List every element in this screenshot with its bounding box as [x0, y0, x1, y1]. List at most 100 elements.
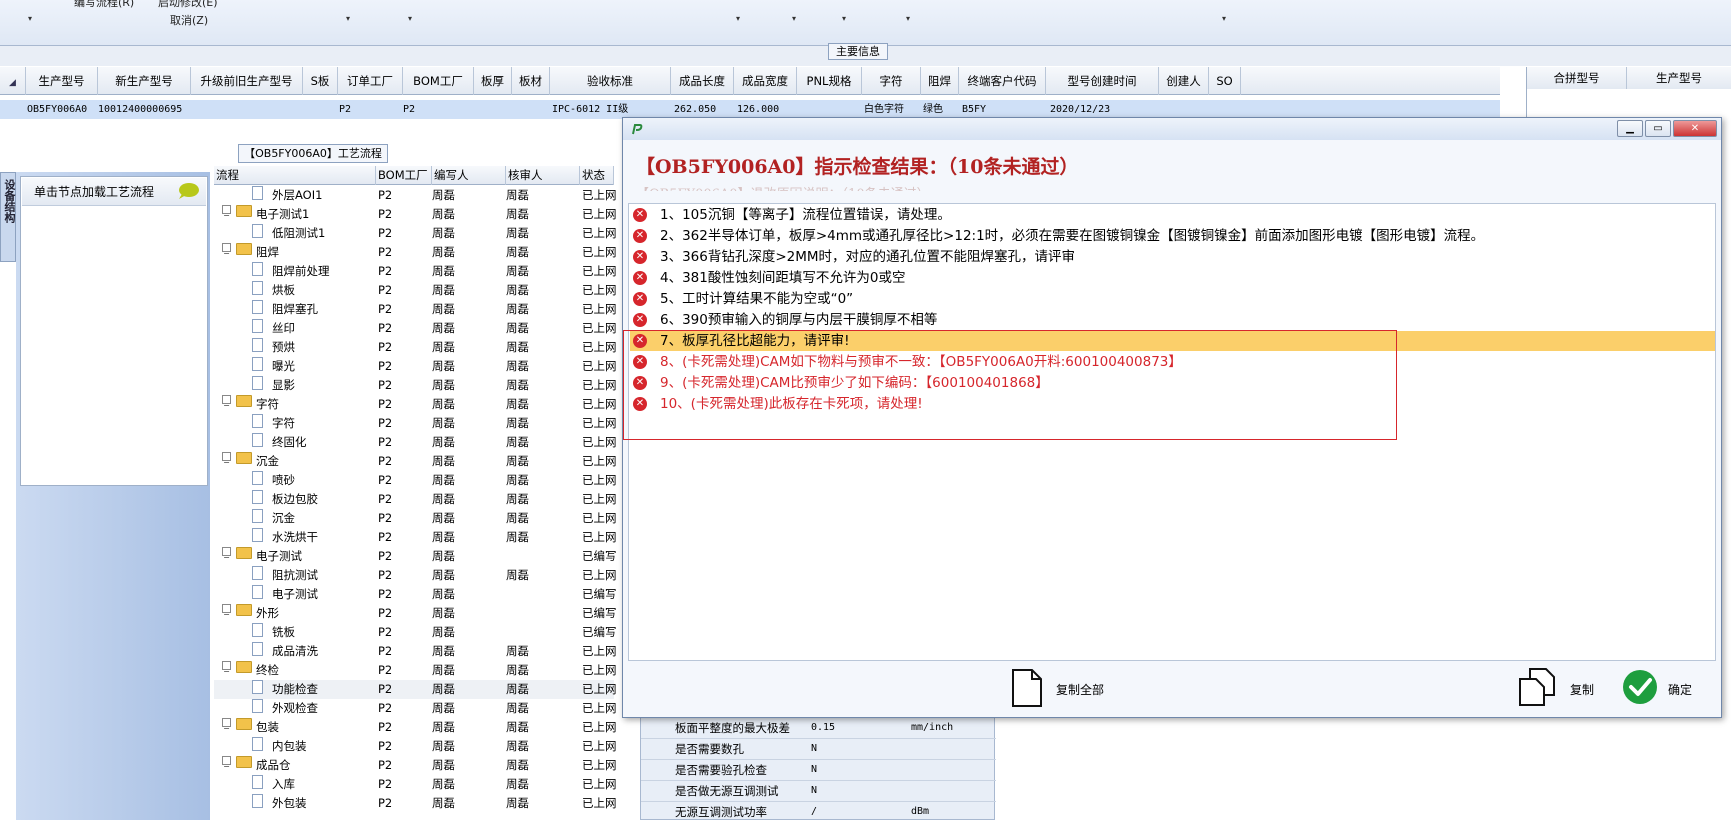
chevron-down-icon[interactable]: ▾ [736, 14, 740, 23]
tree-row[interactable]: 曝光 P2 周磊 周磊 已上网 [214, 357, 617, 376]
tree-row[interactable]: 内包装 P2 周磊 周磊 已上网 [214, 737, 617, 756]
ok-button[interactable]: 确定 [1668, 681, 1692, 698]
load-flow-box[interactable] [20, 176, 208, 486]
col-header[interactable]: 流程 [214, 166, 376, 185]
tree-row[interactable]: − 电子测试 P2 周磊 已编写 [214, 547, 617, 566]
tree-row[interactable]: − 包装 P2 周磊 周磊 已上网 [214, 718, 617, 737]
tree-row[interactable]: 阻焊塞孔 P2 周磊 周磊 已上网 [214, 300, 617, 319]
vertical-tab[interactable]: 设备结构 [0, 172, 16, 262]
col-header[interactable]: PNL规格 [797, 67, 862, 95]
dialog-titlebar[interactable] [623, 118, 1721, 140]
tree-row[interactable]: 成品清洗 P2 周磊 周磊 已上网 [214, 642, 617, 661]
main-info-label[interactable]: 主要信息 [828, 43, 888, 60]
message-item[interactable]: ✕ 6、390预审输入的铜厚与内层干膜铜厚不相等 [630, 310, 1715, 330]
menu-start-modify[interactable]: 启动修改(E) [158, 0, 218, 10]
col-header[interactable]: BOM工厂 [376, 166, 432, 185]
tree-row[interactable]: 丝印 P2 周磊 周磊 已上网 [214, 319, 617, 338]
col-header[interactable]: 终端客户代码 [959, 67, 1046, 95]
tree-row[interactable]: 板边包胶 P2 周磊 周磊 已上网 [214, 490, 617, 509]
tree-row[interactable]: 水洗烘干 P2 周磊 周磊 已上网 [214, 528, 617, 547]
message-item[interactable]: ✕ 5、工时计算结果不能为空或“0” [630, 289, 1715, 309]
tree-row[interactable]: 沉金 P2 周磊 周磊 已上网 [214, 509, 617, 528]
tree-row[interactable]: 低阻测试1 P2 周磊 周磊 已上网 [214, 224, 617, 243]
col-header[interactable]: 成品长度 [671, 67, 734, 95]
process-flow-title[interactable]: 【OB5FY006A0】工艺流程 [238, 144, 388, 163]
tree-row[interactable]: 字符 P2 周磊 周磊 已上网 [214, 414, 617, 433]
param-row[interactable]: 是否需要验孔检查 N [641, 759, 996, 781]
tree-row[interactable]: 外层AOI1 P2 周磊 周磊 已上网 [214, 186, 617, 205]
copy-all-button[interactable]: 复制全部 [1056, 681, 1104, 698]
param-row[interactable]: 板面平整度的最大极差 0.15 mm/inch [641, 717, 996, 739]
col-header[interactable]: 订单工厂 [338, 67, 403, 95]
col-header[interactable]: 字符 [862, 67, 921, 95]
minimize-button[interactable]: ▁ [1617, 120, 1643, 137]
chevron-down-icon[interactable]: ▾ [906, 14, 910, 23]
col-header[interactable]: 状态 [580, 166, 614, 185]
document-icon[interactable] [1010, 668, 1044, 708]
tree-row[interactable]: 阻抗测试 P2 周磊 周磊 已上网 [214, 566, 617, 585]
col-header[interactable]: 板厚 [474, 67, 512, 95]
tree-row[interactable]: 功能检查 P2 周磊 周磊 已上网 [214, 680, 617, 699]
col-header[interactable]: 合拼型号 [1527, 67, 1627, 89]
tree-row[interactable]: 预烘 P2 周磊 周磊 已上网 [214, 338, 617, 357]
col-header[interactable]: 板材 [512, 67, 550, 95]
col-header[interactable]: 阻焊 [921, 67, 959, 95]
tree-row[interactable]: 喷砂 P2 周磊 周磊 已上网 [214, 471, 617, 490]
collapse-toggle-icon[interactable]: − [222, 547, 231, 562]
copy-button[interactable]: 复制 [1570, 681, 1594, 698]
tree-row[interactable]: 铣板 P2 周磊 已编写 [214, 623, 617, 642]
collapse-toggle-icon[interactable]: − [222, 452, 231, 467]
chevron-down-icon[interactable]: ▾ [28, 14, 32, 23]
collapse-toggle-icon[interactable]: − [222, 604, 231, 619]
chevron-down-icon[interactable]: ▾ [842, 14, 846, 23]
copy-icon[interactable] [1516, 667, 1558, 707]
tree-row[interactable]: − 成品仓 P2 周磊 周磊 已上网 [214, 756, 617, 775]
check-icon[interactable] [1622, 669, 1658, 705]
tree-row[interactable]: 外观检查 P2 周磊 周磊 已上网 [214, 699, 617, 718]
param-row[interactable]: 是否做无源互调测试 N [641, 780, 996, 802]
tree-row[interactable]: − 电子测试1 P2 周磊 周磊 已上网 [214, 205, 617, 224]
maximize-button[interactable]: ▭ [1645, 120, 1671, 137]
param-row[interactable]: 无源互调测试功率 / dBm [641, 801, 996, 820]
collapse-toggle-icon[interactable]: − [222, 395, 231, 410]
col-header[interactable]: 生产型号 [1627, 67, 1731, 89]
col-header[interactable]: 创建人 [1159, 67, 1209, 95]
col-header[interactable]: 成品宽度 [734, 67, 797, 95]
col-header[interactable]: 新生产型号 [98, 67, 191, 95]
param-row[interactable]: 是否需要数孔 N [641, 738, 996, 760]
col-header[interactable]: S板 [303, 67, 338, 95]
speech-bubble-icon[interactable] [176, 182, 200, 200]
collapse-toggle-icon[interactable]: − [222, 243, 231, 258]
tree-row[interactable]: 外包装 P2 周磊 周磊 已上网 [214, 794, 617, 813]
col-header[interactable]: BOM工厂 [403, 67, 474, 95]
tree-row[interactable]: 阻焊前处理 P2 周磊 周磊 已上网 [214, 262, 617, 281]
collapse-toggle-icon[interactable]: − [222, 718, 231, 733]
col-header[interactable]: 生产型号 [26, 67, 98, 95]
message-item[interactable]: ✕ 2、362半导体订单，板厚>4mm或通孔厚径比>12:1时，必须在需要在图镀铜… [630, 226, 1715, 246]
collapse-toggle-icon[interactable]: − [222, 205, 231, 220]
collapse-toggle-icon[interactable]: − [222, 661, 231, 676]
col-header[interactable]: 编写人 [432, 166, 506, 185]
collapse-toggle-icon[interactable]: − [222, 756, 231, 771]
menu-edit-flow[interactable]: 编写流程(R) [74, 0, 134, 10]
message-item[interactable]: ✕ 1、105沉铜【等离子】流程位置错误，请处理。 [630, 205, 1715, 225]
message-item[interactable]: ✕ 4、381酸性蚀刻间距填写不允许为0或空 [630, 268, 1715, 288]
menu-cancel[interactable]: 取消(Z) [170, 12, 208, 28]
tree-row[interactable]: 电子测试 P2 周磊 已编写 [214, 585, 617, 604]
chevron-down-icon[interactable]: ▾ [346, 14, 350, 23]
tree-row[interactable]: − 外形 P2 周磊 已编写 [214, 604, 617, 623]
tree-row[interactable]: 终固化 P2 周磊 周磊 已上网 [214, 433, 617, 452]
tree-row[interactable]: − 阻焊 P2 周磊 周磊 已上网 [214, 243, 617, 262]
tree-row[interactable]: 烘板 P2 周磊 周磊 已上网 [214, 281, 617, 300]
col-header[interactable]: SO [1209, 67, 1241, 95]
tree-row[interactable]: 入库 P2 周磊 周磊 已上网 [214, 775, 617, 794]
message-item[interactable]: ✕ 3、366背钻孔深度>2MM时，对应的通孔位置不能阻焊塞孔，请评审 [630, 247, 1715, 267]
col-header[interactable]: 核审人 [506, 166, 580, 185]
chevron-down-icon[interactable]: ▾ [1222, 14, 1226, 23]
col-header[interactable]: 升级前旧生产型号 [191, 67, 303, 95]
close-button[interactable]: ✕ [1673, 120, 1717, 137]
col-header[interactable]: 验收标准 [550, 67, 671, 95]
tree-row[interactable]: − 终检 P2 周磊 周磊 已上网 [214, 661, 617, 680]
chevron-down-icon[interactable]: ▾ [408, 14, 412, 23]
chevron-down-icon[interactable]: ▾ [792, 14, 796, 23]
